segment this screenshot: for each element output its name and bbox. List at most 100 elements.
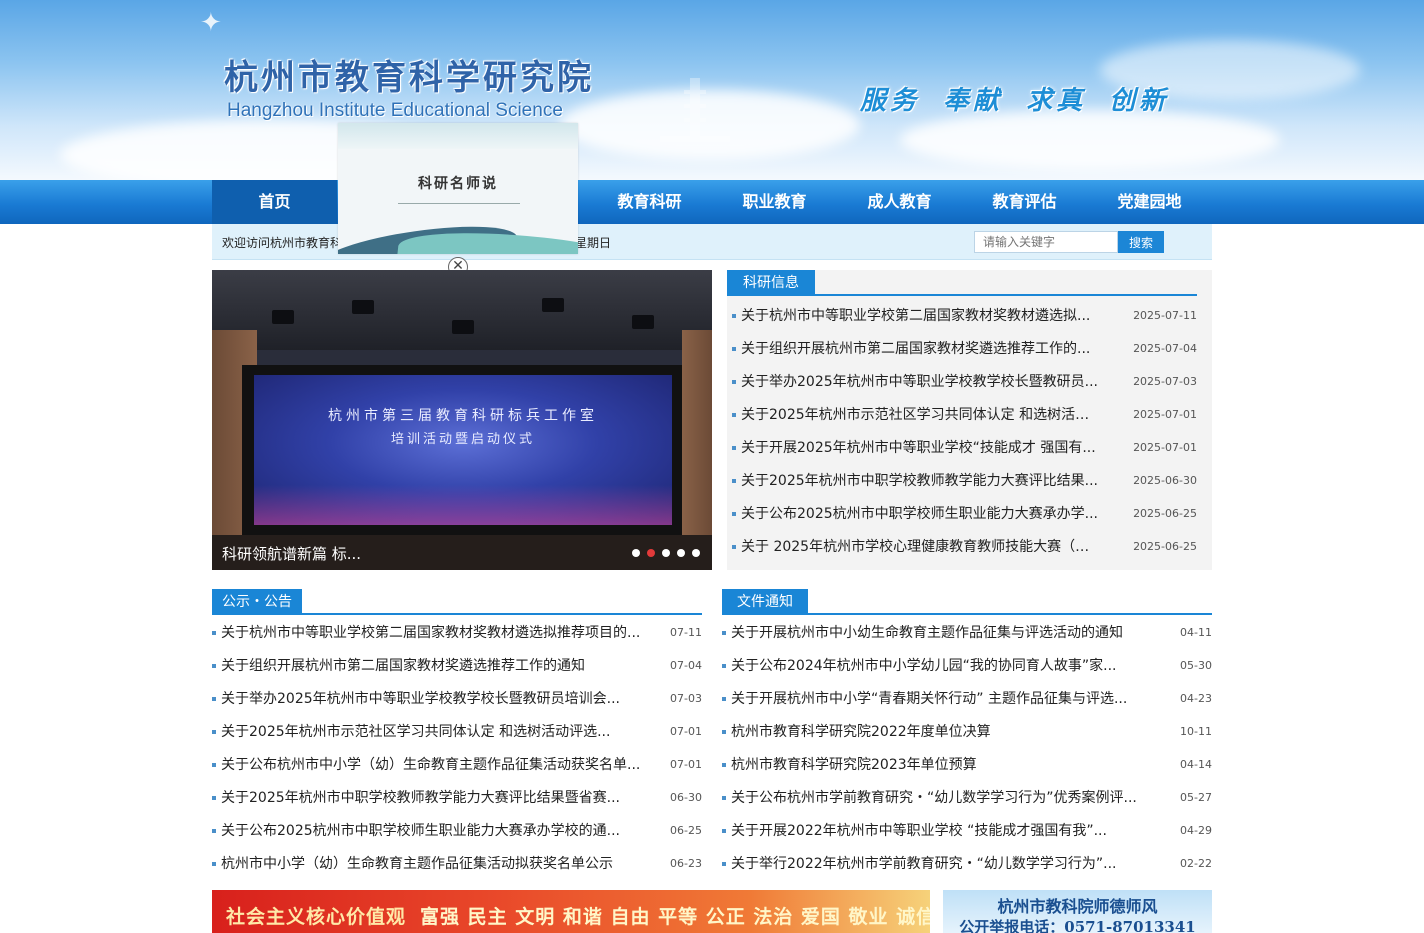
list-item-title[interactable]: 关于公布2024年杭州市中小学幼儿园“我的协同育人故事”家... — [731, 656, 1171, 676]
bullet-icon — [732, 314, 736, 318]
list-item[interactable]: 关于组织开展杭州市第二届国家教材奖遴选推荐工作的通知 07-04 — [212, 656, 702, 676]
bullet-icon — [212, 664, 216, 668]
list-item-title[interactable]: 杭州市中小学（幼）生命教育主题作品征集活动拟获奖名单公示 — [221, 854, 661, 874]
list-item[interactable]: 关于2025年杭州市中职学校教师教学能力大赛评比结果... 2025-06-30 — [732, 471, 1197, 491]
bullet-icon — [722, 730, 726, 734]
list-item-title[interactable]: 关于开展2025年杭州市中等职业学校“技能成才 强国有... — [741, 438, 1101, 458]
list-item[interactable]: 关于组织开展杭州市第二届国家教材奖遴选推荐工作的... 2025-07-04 — [732, 339, 1197, 359]
nav-item-vocational[interactable]: 职业教育 — [712, 180, 837, 224]
list-item-date: 07-01 — [670, 758, 702, 771]
popup-decoration — [338, 123, 578, 149]
notices-title[interactable]: 公示・公告 — [212, 589, 302, 615]
list-item-title[interactable]: 关于2025年杭州市示范社区学习共同体认定 和选树活动... — [741, 405, 1101, 425]
popup-divider — [398, 203, 520, 204]
list-item-date: 04-11 — [1180, 626, 1212, 639]
list-item[interactable]: 关于2025年杭州市示范社区学习共同体认定 和选树活动... 2025-07-01 — [732, 405, 1197, 425]
list-item[interactable]: 关于开展杭州市中小学“青春期关怀行动” 主题作品征集与评选... 04-23 — [722, 689, 1212, 709]
list-item[interactable]: 关于举办2025年杭州市中等职业学校教学校长暨教研员... 2025-07-03 — [732, 372, 1197, 392]
list-item[interactable]: 关于公布2025杭州市中职学校师生职业能力大赛承办学校的通... 06-25 — [212, 821, 702, 841]
search-button[interactable]: 搜索 — [1118, 231, 1164, 253]
bullet-icon — [722, 664, 726, 668]
list-item-date: 07-03 — [670, 692, 702, 705]
nav-item-research[interactable]: 教育科研 — [587, 180, 712, 224]
list-item-title[interactable]: 关于开展2022年杭州市中等职业学校 “技能成才强国有我”... — [731, 821, 1171, 841]
list-item[interactable]: 关于举办2025年杭州市中等职业学校教学校长暨教研员培训会... 07-03 — [212, 689, 702, 709]
core-values-text: 社会主义核心价值观 富强 民主 文明 和谐 自由 平等 公正 法治 爱国 敬业 诚… — [226, 902, 930, 929]
slider-dot[interactable] — [662, 549, 670, 557]
slide-screen-title: 杭州市第三届教育科研标兵工作室 — [328, 408, 598, 424]
slide-screen-glow — [254, 485, 672, 525]
list-item-date: 10-11 — [1180, 725, 1212, 738]
list-item-title[interactable]: 关于公布2025杭州市中职学校师生职业能力大赛承办学校的通... — [221, 821, 661, 841]
floating-popup[interactable]: 科研名师说 — [338, 123, 578, 254]
image-slider[interactable]: 杭州市第三届教育科研标兵工作室 培训活动暨启动仪式 科研领航谱新篇 标... — [212, 270, 712, 570]
list-item-title[interactable]: 关于杭州市中等职业学校第二届国家教材奖教材遴选拟推荐项目的... — [221, 623, 661, 643]
list-item-title[interactable]: 关于开展杭州市中小学“青春期关怀行动” 主题作品征集与评选... — [731, 689, 1171, 709]
list-item[interactable]: 关于2025年杭州市中职学校教师教学能力大赛评比结果暨省赛... 06-30 — [212, 788, 702, 808]
core-values-banner[interactable]: 社会主义核心价值观 富强 民主 文明 和谐 自由 平等 公正 法治 爱国 敬业 诚… — [212, 890, 930, 933]
list-item-title[interactable]: 杭州市教育科学研究院2022年度单位决算 — [731, 722, 1171, 742]
list-item[interactable]: 关于杭州市中等职业学校第二届国家教材奖教材遴选拟推荐项目的... 07-11 — [212, 623, 702, 643]
list-item[interactable]: 关于杭州市中等职业学校第二届国家教材奖教材遴选拟... 2025-07-11 — [732, 306, 1197, 326]
list-item[interactable]: 关于2025年杭州市示范社区学习共同体认定 和选树活动评选... 07-01 — [212, 722, 702, 742]
search-input[interactable] — [974, 231, 1118, 253]
ethics-report-banner[interactable]: 杭州市教科院师德师风 公开举报电话：0571-87013341 — [943, 890, 1212, 933]
list-item-title[interactable]: 关于2025年杭州市中职学校教师教学能力大赛评比结果... — [741, 471, 1101, 491]
slide-caption[interactable]: 科研领航谱新篇 标... — [222, 543, 361, 564]
research-news-title[interactable]: 科研信息 — [727, 270, 815, 296]
list-item-title[interactable]: 关于举办2025年杭州市中等职业学校教学校长暨教研员... — [741, 372, 1101, 392]
bullet-icon — [732, 479, 736, 483]
list-item-title[interactable]: 关于 2025年杭州市学校心理健康教育教师技能大赛（职... — [741, 537, 1101, 557]
list-item-title[interactable]: 关于2025年杭州市示范社区学习共同体认定 和选树活动评选... — [221, 722, 661, 742]
list-item[interactable]: 关于公布杭州市中小学（幼）生命教育主题作品征集活动获奖名单... 07-01 — [212, 755, 702, 775]
site-subtitle: Hangzhou Institute Educational Science — [227, 100, 563, 121]
list-item-title[interactable]: 关于举行2022年杭州市学前教育研究・“幼儿数学学习行为”... — [731, 854, 1171, 874]
list-item-title[interactable]: 关于2025年杭州市中职学校教师教学能力大赛评比结果暨省赛... — [221, 788, 661, 808]
list-item[interactable]: 关于公布2024年杭州市中小学幼儿园“我的协同育人故事”家... 05-30 — [722, 656, 1212, 676]
stage-light — [542, 298, 564, 312]
list-item-title[interactable]: 关于公布杭州市中小学（幼）生命教育主题作品征集活动获奖名单... — [221, 755, 661, 775]
list-item[interactable]: 关于开展2025年杭州市中等职业学校“技能成才 强国有... 2025-07-01 — [732, 438, 1197, 458]
site-slogan: 服务 奉献 求真 创新 — [860, 86, 1170, 116]
popup-title: 科研名师说 — [418, 176, 498, 192]
list-item-date: 2025-07-03 — [1133, 375, 1197, 388]
nav-item-home[interactable]: 首页 — [212, 180, 337, 224]
slider-dot[interactable] — [632, 549, 640, 557]
nav-item-party-building[interactable]: 党建园地 — [1087, 180, 1212, 224]
bullet-icon — [732, 446, 736, 450]
list-item[interactable]: 关于公布2025杭州市中职学校师生职业能力大赛承办学... 2025-06-25 — [732, 504, 1197, 524]
list-item[interactable]: 关于公布杭州市学前教育研究・“幼儿数学学习行为”优秀案例评... 05-27 — [722, 788, 1212, 808]
list-item[interactable]: 杭州市教育科学研究院2023年单位预算 04-14 — [722, 755, 1212, 775]
list-item[interactable]: 关于 2025年杭州市学校心理健康教育教师技能大赛（职... 2025-06-25 — [732, 537, 1197, 557]
list-item-title[interactable]: 关于杭州市中等职业学校第二届国家教材奖教材遴选拟... — [741, 306, 1101, 326]
list-item[interactable]: 关于举行2022年杭州市学前教育研究・“幼儿数学学习行为”... 02-22 — [722, 854, 1212, 874]
welcome-text: 欢迎访问杭州市教育科 — [222, 236, 343, 250]
site-title[interactable]: 杭州市教育科学研究院 — [224, 50, 594, 99]
list-item-date: 07-01 — [670, 725, 702, 738]
list-item-title[interactable]: 关于组织开展杭州市第二届国家教材奖遴选推荐工作的通知 — [221, 656, 661, 676]
slider-dot-active[interactable] — [647, 549, 655, 557]
list-item-title[interactable]: 杭州市教育科学研究院2023年单位预算 — [731, 755, 1171, 775]
bullet-icon — [722, 829, 726, 833]
list-item-title[interactable]: 关于公布2025杭州市中职学校师生职业能力大赛承办学... — [741, 504, 1101, 524]
documents-title[interactable]: 文件通知 — [722, 589, 808, 615]
nav-item-evaluation[interactable]: 教育评估 — [962, 180, 1087, 224]
list-item-title[interactable]: 关于组织开展杭州市第二届国家教材奖遴选推荐工作的... — [741, 339, 1101, 359]
list-item-title[interactable]: 关于举办2025年杭州市中等职业学校教学校长暨教研员培训会... — [221, 689, 661, 709]
list-item-title[interactable]: 关于公布杭州市学前教育研究・“幼儿数学学习行为”优秀案例评... — [731, 788, 1171, 808]
bullet-icon — [212, 697, 216, 701]
bullet-icon — [732, 512, 736, 516]
list-item-date: 2025-06-25 — [1133, 540, 1197, 553]
list-item[interactable]: 杭州市中小学（幼）生命教育主题作品征集活动拟获奖名单公示 06-23 — [212, 854, 702, 874]
core-values-list: 富强 民主 文明 和谐 自由 平等 公正 法治 爱国 敬业 诚信 友善 — [420, 906, 930, 928]
bullet-icon — [722, 763, 726, 767]
slider-dot[interactable] — [692, 549, 700, 557]
list-item-date: 06-23 — [670, 857, 702, 870]
list-item[interactable]: 杭州市教育科学研究院2022年度单位决算 10-11 — [722, 722, 1212, 742]
list-item[interactable]: 关于开展杭州市中小幼生命教育主题作品征集与评选活动的通知 04-11 — [722, 623, 1212, 643]
nav-item-adult-education[interactable]: 成人教育 — [837, 180, 962, 224]
list-item[interactable]: 关于开展2022年杭州市中等职业学校 “技能成才强国有我”... 04-29 — [722, 821, 1212, 841]
list-item-title[interactable]: 关于开展杭州市中小幼生命教育主题作品征集与评选活动的通知 — [731, 623, 1171, 643]
bullet-icon — [732, 545, 736, 549]
slider-dot[interactable] — [677, 549, 685, 557]
